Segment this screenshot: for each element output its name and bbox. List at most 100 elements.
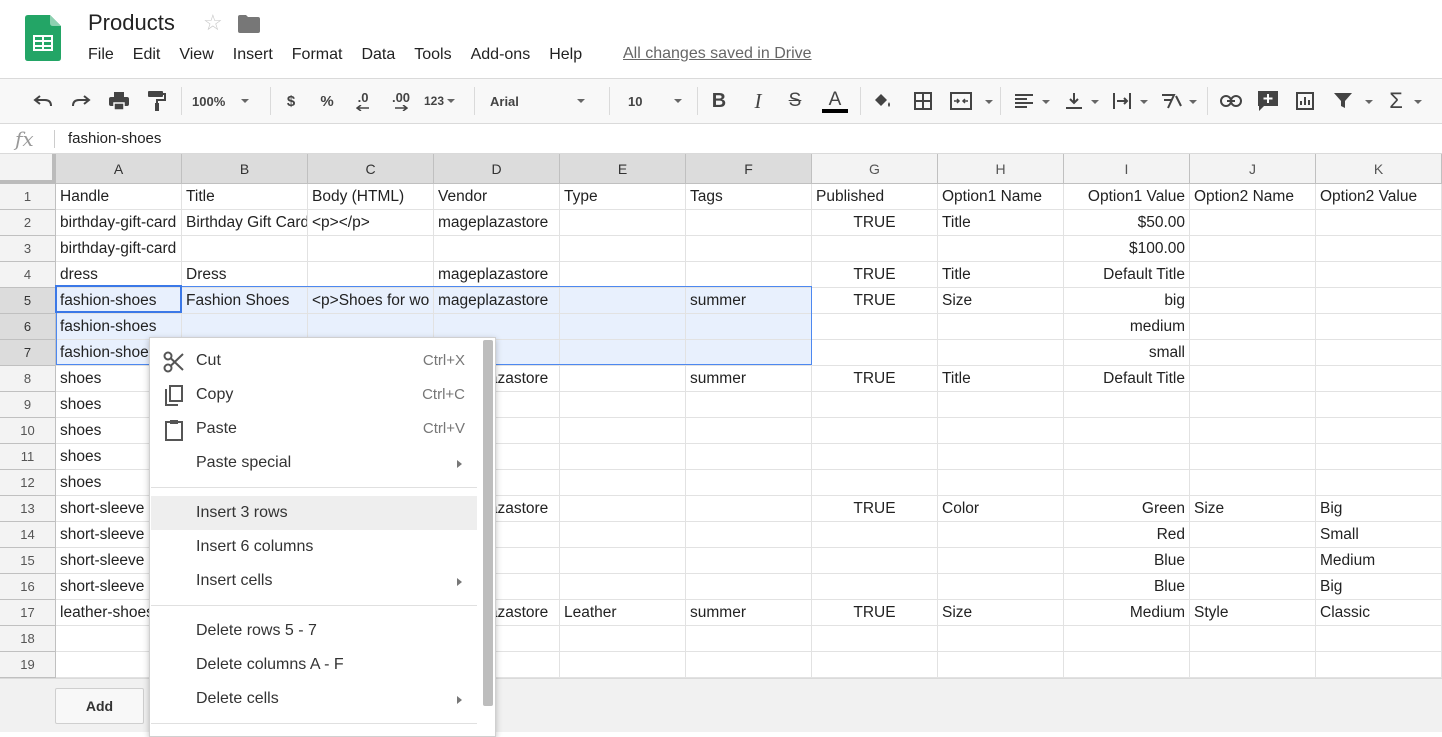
cell-k19[interactable] — [1316, 652, 1442, 678]
cell-i12[interactable] — [1064, 470, 1190, 496]
cell-a2[interactable]: birthday-gift-card — [56, 210, 182, 236]
cell-i2[interactable]: $50.00 — [1064, 210, 1190, 236]
menu-item-paste[interactable]: Paste Ctrl+V — [151, 412, 477, 446]
cell-k1[interactable]: Option2 Value — [1316, 184, 1442, 210]
cell-f7[interactable] — [686, 340, 812, 366]
merge-cells-icon[interactable] — [948, 87, 974, 115]
menu-edit[interactable]: Edit — [133, 46, 161, 66]
cell-h1[interactable]: Option1 Name — [938, 184, 1064, 210]
cell-k5[interactable] — [1316, 288, 1442, 314]
percent-format-button[interactable]: % — [316, 87, 338, 115]
cell-i17[interactable]: Medium — [1064, 600, 1190, 626]
cell-a1[interactable]: Handle — [56, 184, 182, 210]
cell-g15[interactable] — [812, 548, 938, 574]
row-header-1[interactable]: 1 — [0, 184, 56, 210]
cell-d2[interactable]: mageplazastore — [434, 210, 560, 236]
cell-e9[interactable] — [560, 392, 686, 418]
column-header-d[interactable]: D — [434, 154, 560, 184]
sheets-logo-icon[interactable] — [25, 15, 61, 61]
column-header-f[interactable]: F — [686, 154, 812, 184]
cell-k11[interactable] — [1316, 444, 1442, 470]
cell-b3[interactable] — [182, 236, 308, 262]
cell-i4[interactable]: Default Title — [1064, 262, 1190, 288]
cell-k17[interactable]: Classic — [1316, 600, 1442, 626]
cell-c1[interactable]: Body (HTML) — [308, 184, 434, 210]
cell-h5[interactable]: Size — [938, 288, 1064, 314]
cell-e16[interactable] — [560, 574, 686, 600]
cell-i14[interactable]: Red — [1064, 522, 1190, 548]
cell-e15[interactable] — [560, 548, 686, 574]
cell-a5[interactable]: fashion-shoes — [56, 288, 182, 314]
column-header-j[interactable]: J — [1190, 154, 1316, 184]
column-header-b[interactable]: B — [182, 154, 308, 184]
cell-f17[interactable]: summer — [686, 600, 812, 626]
cell-h13[interactable]: Color — [938, 496, 1064, 522]
menu-item-insert-columns[interactable]: Insert 6 columns — [151, 530, 477, 564]
cell-k12[interactable] — [1316, 470, 1442, 496]
cell-e4[interactable] — [560, 262, 686, 288]
insert-chart-icon[interactable] — [1292, 87, 1318, 115]
cell-g7[interactable] — [812, 340, 938, 366]
cell-f3[interactable] — [686, 236, 812, 262]
cell-e13[interactable] — [560, 496, 686, 522]
cell-i10[interactable] — [1064, 418, 1190, 444]
cell-k4[interactable] — [1316, 262, 1442, 288]
cell-i7[interactable]: small — [1064, 340, 1190, 366]
row-header-9[interactable]: 9 — [0, 392, 56, 418]
cell-e5[interactable] — [560, 288, 686, 314]
row-header-3[interactable]: 3 — [0, 236, 56, 262]
column-header-k[interactable]: K — [1316, 154, 1442, 184]
row-header-5[interactable]: 5 — [0, 288, 56, 314]
cell-f10[interactable] — [686, 418, 812, 444]
undo-icon[interactable] — [30, 87, 56, 115]
cell-b2[interactable]: Birthday Gift Card — [182, 210, 308, 236]
cell-h19[interactable] — [938, 652, 1064, 678]
cell-e12[interactable] — [560, 470, 686, 496]
document-title[interactable]: Products — [88, 10, 175, 36]
cell-g9[interactable] — [812, 392, 938, 418]
cell-i9[interactable] — [1064, 392, 1190, 418]
cell-f13[interactable] — [686, 496, 812, 522]
cell-g16[interactable] — [812, 574, 938, 600]
font-family-select[interactable]: Arial — [490, 87, 596, 115]
italic-button[interactable]: I — [746, 87, 770, 115]
cell-e11[interactable] — [560, 444, 686, 470]
font-size-select[interactable]: 10 — [628, 87, 688, 115]
cell-e19[interactable] — [560, 652, 686, 678]
row-header-16[interactable]: 16 — [0, 574, 56, 600]
cell-c5[interactable]: <p>Shoes for wo — [308, 288, 434, 314]
horizontal-align-icon[interactable] — [1012, 87, 1036, 115]
cell-k16[interactable]: Big — [1316, 574, 1442, 600]
cell-k8[interactable] — [1316, 366, 1442, 392]
row-header-6[interactable]: 6 — [0, 314, 56, 340]
select-all-corner[interactable] — [0, 154, 56, 184]
cell-f6[interactable] — [686, 314, 812, 340]
cell-h18[interactable] — [938, 626, 1064, 652]
cell-h16[interactable] — [938, 574, 1064, 600]
chevron-down-icon[interactable] — [985, 100, 993, 104]
cell-i3[interactable]: $100.00 — [1064, 236, 1190, 262]
cell-j15[interactable] — [1190, 548, 1316, 574]
chevron-down-icon[interactable] — [1042, 100, 1050, 104]
bold-button[interactable]: B — [707, 87, 731, 115]
cell-k18[interactable] — [1316, 626, 1442, 652]
cell-j14[interactable] — [1190, 522, 1316, 548]
cell-g11[interactable] — [812, 444, 938, 470]
cell-g12[interactable] — [812, 470, 938, 496]
menu-item-insert-cells[interactable]: Insert cells — [151, 564, 477, 598]
menu-tools[interactable]: Tools — [414, 46, 451, 66]
cell-f19[interactable] — [686, 652, 812, 678]
borders-icon[interactable] — [910, 87, 936, 115]
cell-j17[interactable]: Style — [1190, 600, 1316, 626]
strikethrough-button[interactable]: S — [783, 87, 807, 115]
cell-j4[interactable] — [1190, 262, 1316, 288]
cell-i19[interactable] — [1064, 652, 1190, 678]
increase-decimal-button[interactable]: .00 — [386, 87, 416, 115]
cell-g17[interactable]: TRUE — [812, 600, 938, 626]
decrease-decimal-button[interactable]: .0 — [350, 87, 376, 115]
menu-data[interactable]: Data — [361, 46, 395, 66]
cell-e10[interactable] — [560, 418, 686, 444]
menu-view[interactable]: View — [179, 46, 213, 66]
column-header-i[interactable]: I — [1064, 154, 1190, 184]
cell-h14[interactable] — [938, 522, 1064, 548]
